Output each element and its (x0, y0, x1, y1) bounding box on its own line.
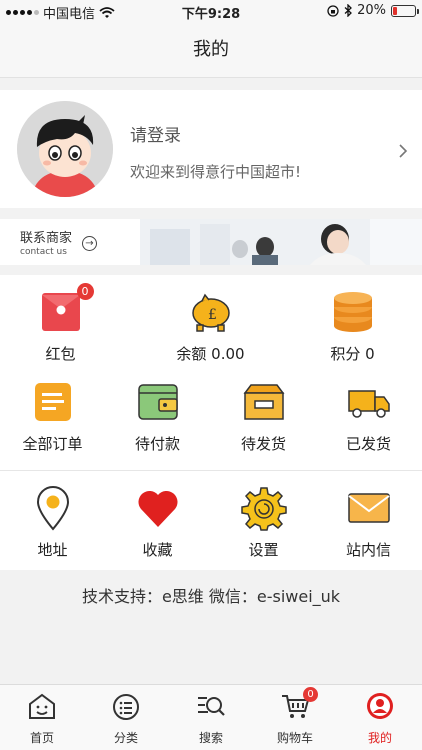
cart-badge: 0 (303, 687, 318, 702)
search-icon (196, 691, 226, 721)
grid-item-settings[interactable]: 设置 (211, 485, 316, 560)
tab-cart[interactable]: 0 购物车 (253, 687, 337, 746)
tab-label: 分类 (113, 731, 138, 745)
grid-item-all-orders[interactable]: 全部订单 (0, 379, 105, 454)
grid-item-label: 待付款 (134, 435, 180, 453)
avatar-cartoon-boy-icon[interactable] (17, 101, 113, 197)
delivery-truck-icon (346, 379, 392, 425)
status-bar: 中国电信 下午9:28 20% (0, 0, 422, 22)
status-right: 20% (327, 3, 419, 18)
bluetooth-icon (344, 4, 353, 17)
support-text: 技术支持：e思维 微信：e-siwei_uk (81, 587, 341, 606)
grid-item-label: 待发货 (240, 435, 286, 453)
svg-text:£: £ (208, 307, 217, 323)
grid-item-favorites[interactable]: 收藏 (105, 485, 210, 560)
tab-mine[interactable]: 我的 (338, 691, 422, 746)
contact-subtitle: contact us (20, 247, 67, 257)
tab-search[interactable]: 搜索 (169, 691, 253, 746)
grid-item-red-envelope[interactable]: 0 红包 (8, 283, 113, 364)
grid-item-label: 已发货 (345, 435, 391, 453)
grid-item-label: 余额 0.00 (176, 345, 245, 363)
quick-grid: 0 红包 £ 余额 0.00 积分 0 全部订单 待付款 待发货 已发货 地址 … (0, 275, 422, 570)
login-link[interactable]: 请登录 (130, 121, 181, 146)
grid-item-pending-payment[interactable]: 待付款 (105, 379, 210, 454)
profile-card[interactable]: 请登录 欢迎来到得意行中国超市! (0, 90, 422, 208)
welcome-text: 欢迎来到得意行中国超市! (130, 163, 302, 181)
location-pin-icon (30, 485, 76, 531)
grid-item-label: 地址 (37, 541, 68, 559)
contact-title: 联系商家 (20, 231, 73, 246)
tab-bar: 首页 分类 搜索 0 购物车 我的 (0, 684, 422, 750)
grid-item-label: 全部订单 (22, 435, 83, 453)
grid-divider (0, 470, 422, 471)
grid-item-label: 收藏 (142, 541, 173, 559)
grid-item-messages[interactable]: 站内信 (316, 485, 421, 560)
gear-icon (240, 485, 287, 531)
package-box-icon (241, 379, 287, 425)
red-envelope-badge: 0 (76, 283, 94, 300)
contact-banner[interactable]: 联系商家 contact us → (0, 219, 422, 265)
tab-label: 首页 (29, 731, 54, 745)
nav-bar: 我的 (0, 22, 422, 78)
grid-item-label: 设置 (248, 541, 279, 559)
shopping-cart-icon: 0 (280, 687, 318, 721)
grid-item-shipped[interactable]: 已发货 (316, 379, 421, 454)
tab-label: 我的 (367, 731, 392, 745)
grid-item-address[interactable]: 地址 (0, 485, 105, 560)
grid-item-pending-shipment[interactable]: 待发货 (211, 379, 316, 454)
grid-item-points[interactable]: 积分 0 (300, 289, 405, 364)
grid-item-label: 积分 0 (330, 345, 375, 363)
grid-item-label: 站内信 (345, 541, 391, 559)
red-envelope-icon: 0 (38, 283, 94, 335)
battery-percent: 20% (357, 3, 386, 18)
customer-service-photo (140, 219, 422, 265)
battery-icon (391, 4, 419, 17)
tab-category[interactable]: 分类 (84, 691, 168, 746)
page-title: 我的 (193, 39, 229, 60)
mail-envelope-icon (346, 485, 392, 531)
wallet-icon (135, 379, 181, 425)
chevron-right-icon[interactable] (398, 140, 408, 164)
user-profile-icon (365, 691, 395, 721)
grid-item-balance[interactable]: £ 余额 0.00 (158, 289, 263, 364)
arrow-right-circle-icon[interactable]: → (82, 236, 97, 251)
heart-icon (135, 485, 181, 531)
piggy-bank-icon: £ (188, 289, 234, 335)
coin-stack-icon (330, 289, 376, 335)
grid-item-label: 红包 (45, 345, 76, 363)
orientation-lock-icon (327, 4, 339, 17)
home-face-icon (27, 691, 57, 721)
order-list-icon (30, 379, 76, 425)
category-list-icon (111, 691, 141, 721)
tab-home[interactable]: 首页 (0, 691, 84, 746)
tab-label: 搜索 (198, 731, 223, 745)
tab-label: 购物车 (276, 731, 313, 745)
